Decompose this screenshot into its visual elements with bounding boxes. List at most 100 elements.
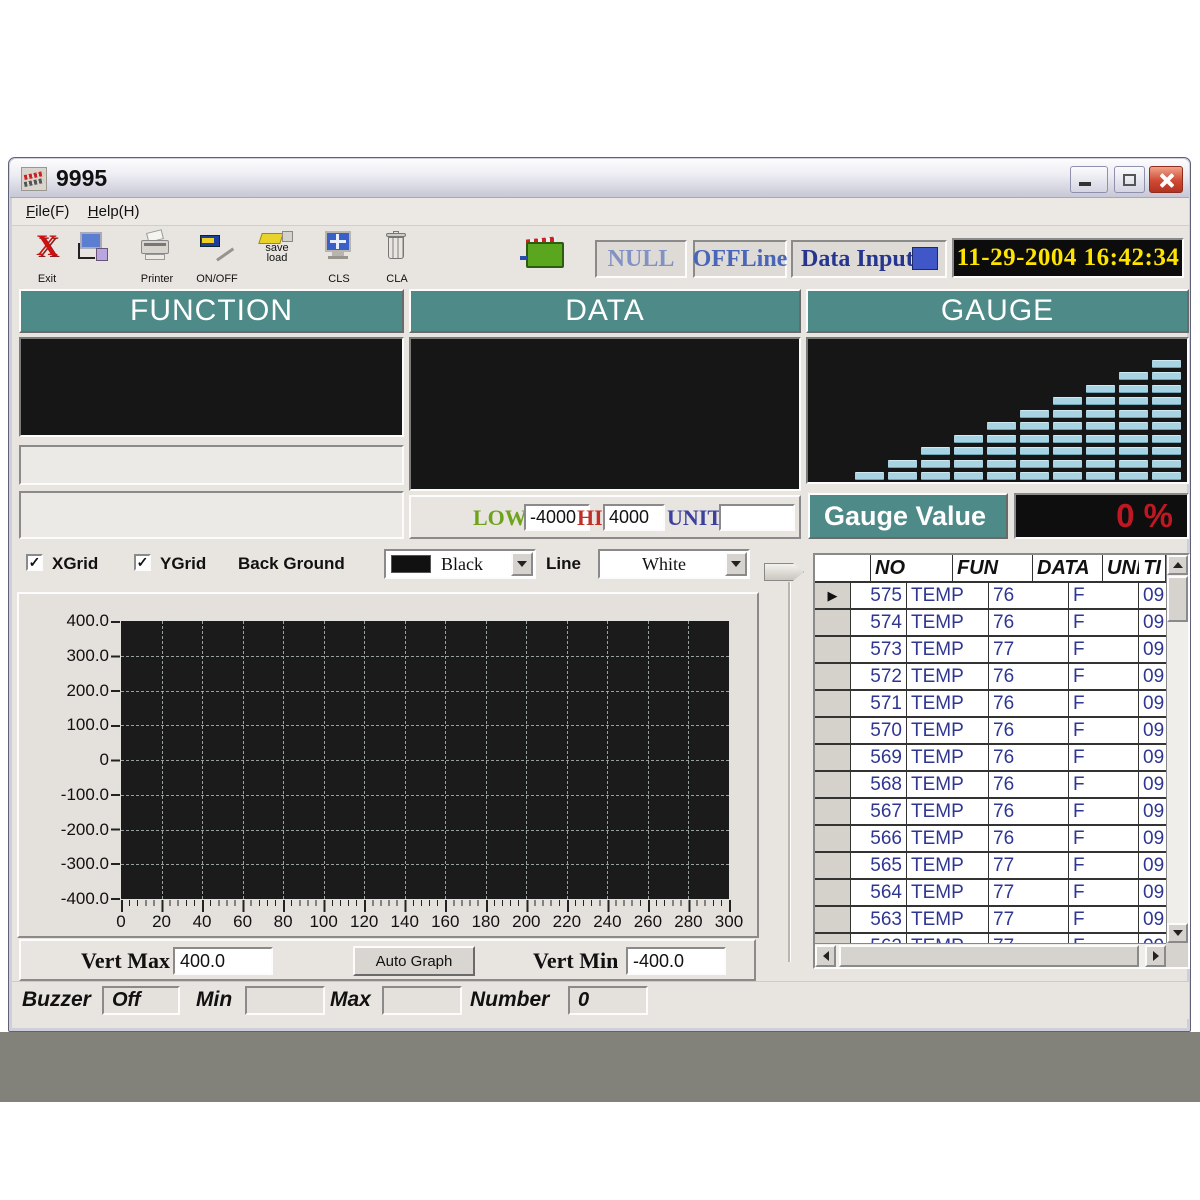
vertical-scrollbar[interactable] [1166,555,1188,943]
row-selector-cell[interactable] [815,907,851,932]
cell-fun: TEMP [907,583,989,608]
buzzer-label: Buzzer [22,988,91,1012]
scroll-right-icon[interactable] [1145,945,1166,967]
toolbar: X Exit Printer ON/OFF save load CLS [12,226,1189,290]
y-tick-label: 200.0 [25,680,109,702]
table-header-cell[interactable] [815,555,871,581]
table-row[interactable]: 565 TEMP 77 F 09 [815,853,1166,880]
printer-icon [138,231,176,263]
background-dropdown[interactable]: Black [384,549,536,579]
cell-time: 09 [1139,799,1166,824]
horizontal-scrollbar[interactable] [815,943,1166,967]
vert-min-input[interactable]: -400.0 [626,947,726,975]
row-selector-cell[interactable] [815,610,851,635]
row-selector-cell[interactable] [815,691,851,716]
connect-button[interactable] [70,229,124,287]
unit-input[interactable] [719,504,795,531]
minimize-button[interactable] [1070,166,1108,193]
table-row[interactable]: 566 TEMP 76 F 09 [815,826,1166,853]
cell-data: 76 [989,718,1069,743]
cell-fun: TEMP [907,637,989,662]
cls-button[interactable]: CLS [312,229,366,287]
table-row[interactable]: 564 TEMP 77 F 09 [815,880,1166,907]
row-selector-cell[interactable] [815,799,851,824]
cell-no: 569 [851,745,907,770]
cell-time: 09 [1139,772,1166,797]
table-header-cell[interactable]: UNIT [1103,555,1139,581]
row-selector-cell[interactable] [815,880,851,905]
datetime-display: 11-29-2004 16:42:34 [952,238,1184,278]
line-dropdown[interactable]: White [598,549,750,579]
table-row[interactable]: ▶ 575 TEMP 76 F 09 [815,583,1166,610]
number-label: Number [470,988,549,1012]
table-row[interactable]: 567 TEMP 76 F 09 [815,799,1166,826]
row-selector-cell[interactable]: ▶ [815,583,851,608]
number-value: 0 [568,986,648,1015]
table-row[interactable]: 571 TEMP 76 F 09 [815,691,1166,718]
row-selector-cell[interactable] [815,826,851,851]
menu-help[interactable]: Help(H) [88,203,140,220]
scroll-down-icon[interactable] [1167,923,1188,943]
scrollbar-corner [1166,943,1188,967]
on-off-button[interactable]: ON/OFF [190,229,244,287]
table-row[interactable]: 568 TEMP 76 F 09 [815,772,1166,799]
table-header-cell[interactable]: NO [871,555,953,581]
minimize-icon [1079,182,1091,186]
vert-max-input[interactable]: 400.0 [173,947,273,975]
x-tick-label: 60 [223,912,263,934]
cell-no: 563 [851,907,907,932]
x-tick-label: 80 [263,912,303,934]
offline-button[interactable]: OFFLine [693,240,787,278]
dropdown-arrow-icon[interactable] [511,552,533,576]
plot-area [121,621,729,899]
row-selector-cell[interactable] [815,772,851,797]
hi-input[interactable]: 4000 [603,504,665,531]
row-selector-cell[interactable] [815,853,851,878]
row-selector-cell[interactable] [815,664,851,689]
scroll-up-icon[interactable] [1167,555,1188,575]
row-selector-cell[interactable] [815,718,851,743]
gauge-panel-header: GAUGE [806,289,1189,333]
auto-graph-button[interactable]: Auto Graph [353,946,475,976]
table-row[interactable]: 572 TEMP 76 F 09 [815,664,1166,691]
slider-track[interactable] [788,582,791,962]
printer-button[interactable]: Printer [130,229,184,287]
title-bar[interactable]: 9995 [10,159,1189,198]
row-selector-cell[interactable] [815,637,851,662]
cell-fun: TEMP [907,880,989,905]
scroll-left-icon[interactable] [815,945,836,967]
xgrid-checkbox[interactable]: ✓ [26,554,43,571]
exit-button[interactable]: X Exit [20,229,74,287]
chart-panel: 400.0300.0200.0100.00-100.0-200.0-300.0-… [17,592,759,938]
table-header-cell[interactable]: FUN [953,555,1033,581]
close-button[interactable] [1149,166,1183,193]
cell-fun: TEMP [907,826,989,851]
data-input-button[interactable]: Data Input [791,240,947,278]
table-row[interactable]: 570 TEMP 76 F 09 [815,718,1166,745]
screen: 9995 File(F) Help(H) X Exit Printer [0,0,1200,1200]
table-row[interactable]: 563 TEMP 77 F 09 [815,907,1166,934]
cell-fun: TEMP [907,853,989,878]
table-header-cell[interactable]: DATA [1033,555,1103,581]
cell-time: 09 [1139,583,1166,608]
table-header-cell[interactable]: TI [1139,555,1166,581]
dropdown-arrow-icon[interactable] [725,552,747,576]
table-row[interactable]: 573 TEMP 77 F 09 [815,637,1166,664]
null-button[interactable]: NULL [595,240,687,278]
vert-range-row: Vert Max 400.0 Auto Graph Vert Min -400.… [19,939,756,981]
horizontal-scroll-thumb[interactable] [839,945,1139,967]
cla-button[interactable]: CLA [370,229,424,287]
cell-no: 568 [851,772,907,797]
vertical-scroll-thumb[interactable] [1167,576,1188,622]
cell-unit: F [1069,853,1139,878]
y-tick-label: -300.0 [25,853,109,875]
gauge-value-display: 0 % [1014,493,1189,539]
table-row[interactable]: 569 TEMP 76 F 09 [815,745,1166,772]
maximize-button[interactable] [1114,166,1145,193]
x-axis-labels: 0204060801001201401601802002202402602803… [101,912,749,934]
table-row[interactable]: 574 TEMP 76 F 09 [815,610,1166,637]
save-load-button[interactable]: save load [250,229,304,287]
ygrid-checkbox[interactable]: ✓ [134,554,151,571]
menu-file[interactable]: File(F) [26,203,69,220]
row-selector-cell[interactable] [815,745,851,770]
